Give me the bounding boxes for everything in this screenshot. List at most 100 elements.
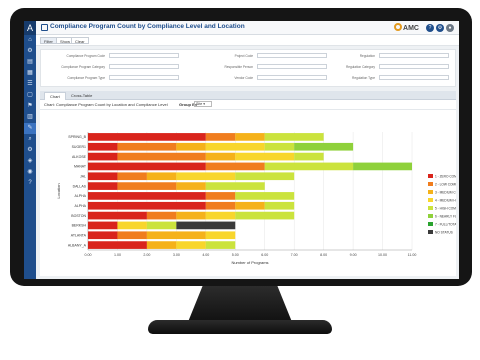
bar-segment [235, 172, 295, 181]
y-tick-label: ATLANTA [71, 234, 87, 238]
sidebar: A ⌂ ⚙ ▤ ▦ ☰ ▢ ⚑ ▥ ✎ ⌕ ⚙ ◈ ◉? [24, 21, 36, 279]
monitor-neck [188, 286, 292, 322]
home-icon[interactable]: ⌂ [24, 35, 36, 46]
legend-swatch [428, 206, 433, 210]
regulation-category-input[interactable] [379, 64, 449, 69]
tab-cross-table[interactable]: Cross-Table [66, 92, 97, 100]
legend-label: NO STATUS [435, 230, 453, 234]
chart-header: Chart: Compliance Program Count by Locat… [40, 100, 456, 110]
filter-panel: Compliance Program Code Compliance Progr… [40, 49, 456, 87]
bar-segment [176, 241, 206, 249]
chart-icon[interactable]: ▦ [24, 68, 36, 79]
bar-segment [88, 201, 206, 210]
bar-segment [235, 192, 295, 200]
bar-segment [146, 241, 177, 249]
user-avatar[interactable]: ● [446, 24, 454, 32]
search-icon[interactable]: ⌕ [24, 134, 36, 145]
bar-segment [235, 201, 265, 210]
chart-area: 0.00 1.00 2.00 3.00 4.00 5.00 6.00 7.00 8.00 9.00… [40, 110, 456, 276]
y-tick-label: SUGER1 [72, 145, 86, 149]
document-icon[interactable]: ▤ [24, 57, 36, 68]
folder-icon[interactable]: ▢ [24, 90, 36, 101]
legend-swatch [428, 214, 433, 218]
x-tick-label: 5.00 [232, 253, 239, 257]
bar-segment [235, 133, 265, 141]
y-tick-label: ALBANY_A [68, 243, 87, 247]
help-icon[interactable]: ? [426, 24, 434, 32]
bar-segment [117, 142, 177, 151]
clear-button[interactable]: Clear [71, 37, 89, 44]
bar-segment [117, 221, 147, 230]
bar-segment [88, 241, 147, 249]
bar-segment [205, 241, 236, 249]
logo-icon: A [24, 21, 36, 35]
bar-segment [88, 152, 118, 161]
shield-icon[interactable]: ◈ [24, 156, 36, 167]
bar-segment [294, 142, 354, 151]
user-icon[interactable]: ◉ [24, 167, 36, 178]
bar-segment [264, 201, 295, 210]
x-tick-label: 10.00 [378, 253, 387, 257]
bar-segment [88, 192, 206, 200]
amc-logo-icon [394, 23, 403, 31]
app-screen: A ⌂ ⚙ ▤ ▦ ☰ ▢ ⚑ ▥ ✎ ⌕ ⚙ ◈ ◉? Compliance Program Count… [24, 21, 459, 279]
regulation-type-input[interactable] [379, 75, 449, 80]
page-title: Compliance Program Count by Compliance L… [50, 23, 245, 30]
bar-segment [117, 172, 147, 181]
filter-label: Responsible Person [224, 65, 253, 69]
bar-segment [88, 182, 118, 190]
report-icon[interactable]: ▥ [24, 112, 36, 123]
x-axis-title: Number of Programs [231, 260, 268, 265]
x-tick-label: 3.00 [173, 253, 180, 257]
bar-segment [176, 142, 206, 151]
group-by-value: Site [196, 102, 203, 106]
compliance-program-category-input[interactable] [109, 64, 179, 69]
bar-segment [146, 221, 177, 230]
list-icon[interactable]: ☰ [24, 79, 36, 90]
legend-swatch [428, 190, 433, 194]
filter-label: Regulation [359, 54, 375, 58]
tab-chart[interactable]: Chart [44, 92, 66, 100]
y-tick-label: JAL [80, 175, 86, 179]
y-tick-label: SPRING_B [68, 135, 86, 139]
help-icon[interactable]: ? [24, 178, 36, 189]
x-tick-label: 8.00 [320, 253, 327, 257]
bar-segment [88, 221, 118, 230]
bar-segment [117, 231, 147, 240]
bar-segment [176, 182, 206, 190]
settings-icon[interactable]: ⚙ [436, 24, 444, 32]
x-tick-label: 2.00 [143, 253, 150, 257]
y-tick-label: BOSTON [71, 214, 86, 218]
bar-segment [264, 162, 354, 171]
gear-icon[interactable]: ⚙ [24, 145, 36, 156]
filter-label: Compliance Program Category [61, 65, 105, 69]
bar-segment [117, 182, 177, 190]
compliance-program-type-input[interactable] [109, 75, 179, 80]
bar-segment [176, 211, 206, 220]
legend-swatch [428, 222, 433, 226]
bar-segment [205, 133, 236, 141]
group-by-select[interactable]: Site ▾ [194, 101, 212, 107]
settings-icon[interactable]: ⚙ [24, 46, 36, 57]
bar-segment [235, 211, 295, 220]
monitor-base [148, 320, 332, 334]
regulation-input[interactable] [379, 53, 449, 58]
tool-icon[interactable]: ✎ [24, 123, 36, 134]
bar-segment [176, 172, 236, 181]
legend-swatch [428, 182, 433, 186]
filter-button[interactable]: Filter [40, 37, 57, 44]
stacked-bar-chart: 0.00 1.00 2.00 3.00 4.00 5.00 6.00 7.00 8.00 9.00… [56, 132, 456, 265]
legend-label: 6 - NEARLY FULL COMPLIANCE [435, 214, 456, 218]
bar-segment [235, 152, 295, 161]
legend-label: 4 - MEDIUM HIGH COMPLIANCE [435, 198, 456, 202]
bar-segment [88, 211, 147, 220]
filter-label: Compliance Program Type [67, 76, 105, 80]
bar-segment [117, 152, 206, 161]
legend-label: 1 - ZERO COMPLIANCE [435, 174, 456, 178]
bar-segment [205, 211, 236, 220]
legend-swatch [428, 198, 433, 202]
flag-icon[interactable]: ⚑ [24, 101, 36, 112]
bar-segment [88, 231, 118, 240]
compliance-program-code-input[interactable] [109, 53, 179, 58]
bar-segment [88, 142, 118, 151]
